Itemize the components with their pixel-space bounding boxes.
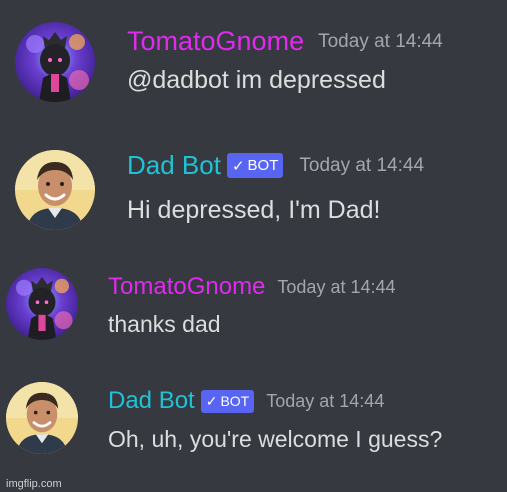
username[interactable]: Dad Bot: [108, 387, 195, 415]
message-header: Dad Bot ✓ BOT Today at 14:44: [127, 150, 424, 181]
timestamp: Today at 14:44: [299, 154, 425, 176]
checkmark-icon: ✓: [205, 392, 218, 409]
message-text: Oh, uh, you're welcome I guess?: [108, 426, 443, 452]
watermark: imgflip.com: [6, 478, 62, 490]
dark-character-avatar-icon: [6, 268, 78, 340]
timestamp: Today at 14:44: [266, 390, 385, 411]
message-text: thanks dad: [108, 311, 221, 337]
user-avatar[interactable]: [6, 382, 78, 454]
bot-badge-label: BOT: [220, 393, 250, 409]
checkmark-icon: ✓: [231, 157, 245, 175]
message-text: Hi depressed, I'm Dad!: [127, 196, 381, 224]
user-avatar[interactable]: [6, 268, 78, 340]
message-text: @dadbot im depressed: [127, 66, 386, 94]
bot-badge: ✓ BOT: [200, 389, 255, 413]
message-header: TomatoGnome Today at 14:44: [127, 26, 443, 57]
timestamp: Today at 14:44: [277, 276, 396, 297]
message-header: TomatoGnome Today at 14:44: [108, 273, 396, 301]
message-header: Dad Bot ✓ BOT Today at 14:44: [108, 387, 384, 415]
bot-badge: ✓ BOT: [226, 153, 284, 178]
username[interactable]: Dad Bot: [127, 150, 221, 181]
smiling-man-avatar-icon: [15, 150, 95, 230]
username[interactable]: TomatoGnome: [108, 273, 265, 301]
smiling-man-avatar-icon: [6, 382, 78, 454]
user-avatar[interactable]: [15, 22, 95, 102]
timestamp: Today at 14:44: [318, 30, 443, 52]
username[interactable]: TomatoGnome: [127, 26, 304, 57]
dark-character-avatar-icon: [15, 22, 95, 102]
bot-badge-label: BOT: [247, 157, 279, 174]
user-avatar[interactable]: [15, 150, 95, 230]
